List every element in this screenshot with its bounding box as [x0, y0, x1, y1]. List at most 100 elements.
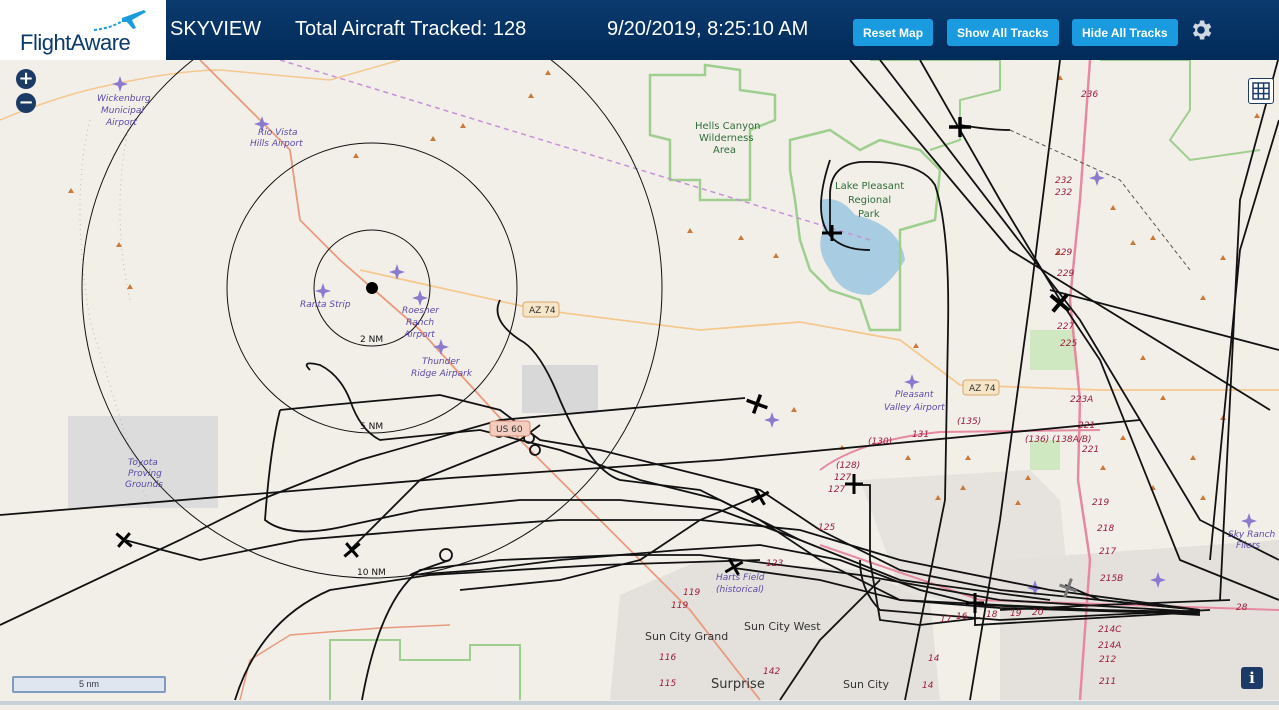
svg-text:Ranch: Ranch: [406, 318, 434, 328]
svg-text:Ranta Strip: Ranta Strip: [300, 300, 351, 310]
reset-map-button[interactable]: Reset Map: [853, 19, 934, 46]
hide-all-tracks-button[interactable]: Hide All Tracks: [1072, 19, 1178, 46]
svg-text:131: 131: [912, 430, 929, 440]
svg-text:19: 19: [1010, 609, 1022, 619]
airport-label-thunder-ridge: Thunder Ridge Airpark: [411, 357, 473, 379]
airport-icon: [764, 412, 780, 428]
svg-text:127: 127: [828, 485, 845, 495]
svg-text:Airport: Airport: [403, 330, 435, 340]
svg-text:223A: 223A: [1070, 395, 1093, 405]
svg-text:Park: Park: [858, 209, 880, 220]
svg-text:232: 232: [1055, 188, 1072, 198]
svg-text:125: 125: [818, 523, 835, 533]
wilderness-boundary: [329, 639, 521, 700]
airport-label-rio-vista: Rio Vista Hills Airport: [250, 128, 303, 149]
svg-text:Ridge Airpark: Ridge Airpark: [411, 369, 473, 379]
logo[interactable]: FlightAware: [0, 0, 166, 60]
svg-text:Regional: Regional: [848, 195, 891, 206]
svg-text:Valley Airport: Valley Airport: [884, 403, 945, 413]
svg-text:(136): (136): [1025, 435, 1049, 445]
svg-text:225: 225: [1060, 339, 1077, 349]
svg-text:18: 18: [986, 610, 998, 620]
map-svg[interactable]: 2 NM 5 NM 10 NM AZ 74 AZ 74 US 60 Wicken…: [0, 0, 1279, 705]
ring-label-2nm: 2 NM: [360, 335, 383, 345]
road-label-az74: AZ 74: [529, 306, 556, 316]
svg-text:(135): (135): [957, 417, 981, 427]
svg-text:Hills Airport: Hills Airport: [250, 139, 303, 149]
airport-icons: [112, 76, 1257, 596]
wilderness-boundary: [1100, 59, 1261, 162]
map-canvas[interactable]: 2 NM 5 NM 10 NM AZ 74 AZ 74 US 60 Wicken…: [0, 0, 1279, 705]
show-all-tracks-button[interactable]: Show All Tracks: [947, 19, 1059, 46]
horizontal-scrollbar[interactable]: [0, 701, 1279, 705]
aircraft-icon: [746, 394, 768, 414]
svg-text:218: 218: [1097, 524, 1114, 534]
svg-text:(130): (130): [868, 437, 892, 447]
svg-text:Lake Pleasant: Lake Pleasant: [835, 181, 904, 192]
svg-text:127: 127: [834, 473, 851, 483]
svg-text:123: 123: [766, 559, 783, 569]
svg-text:(historical): (historical): [716, 585, 764, 595]
svg-text:115: 115: [659, 679, 676, 689]
svg-text:221: 221: [1082, 445, 1099, 455]
svg-text:Municipal: Municipal: [101, 106, 144, 116]
svg-text:14: 14: [922, 681, 934, 691]
svg-text:229: 229: [1055, 248, 1072, 258]
zoom-in-button[interactable]: +: [16, 69, 36, 89]
svg-text:212: 212: [1099, 655, 1116, 665]
road-label-az74: AZ 74: [969, 384, 996, 394]
svg-text:236: 236: [1081, 90, 1098, 100]
airport-label-pleasant-valley: Pleasant Valley Airport: [884, 390, 945, 413]
receiver-location: [366, 282, 378, 294]
city-label: Surprise: [711, 677, 765, 692]
boundary-line: [279, 59, 871, 241]
svg-text:Fliers: Fliers: [1236, 541, 1260, 551]
svg-text:214C: 214C: [1098, 625, 1122, 635]
svg-text:17: 17: [940, 615, 952, 625]
svg-text:142: 142: [763, 667, 780, 677]
svg-text:Thunder: Thunder: [422, 357, 461, 367]
ring-label-10nm: 10 NM: [357, 568, 386, 578]
svg-text:214A: 214A: [1098, 641, 1121, 651]
logo-text: FlightAware: [20, 30, 131, 55]
svg-text:Roesner: Roesner: [402, 306, 440, 316]
zoom-out-button[interactable]: −: [16, 93, 36, 113]
road: [0, 59, 401, 121]
terrain-line: [119, 119, 131, 301]
svg-text:Grounds: Grounds: [125, 480, 163, 490]
svg-text:16: 16: [956, 612, 968, 622]
svg-text:Airport: Airport: [105, 118, 137, 128]
road-label-us60: US 60: [496, 425, 523, 435]
svg-text:Wilderness: Wilderness: [699, 133, 754, 144]
svg-text:227: 227: [1057, 322, 1074, 332]
svg-text:232: 232: [1055, 176, 1072, 186]
airport-icon: [112, 76, 128, 92]
airport-label-ranta: Ranta Strip: [300, 300, 351, 310]
svg-text:Harts Field: Harts Field: [716, 573, 765, 583]
airport-label-roesner: Roesner Ranch Airport: [402, 306, 440, 340]
svg-text:Pleasant: Pleasant: [895, 390, 934, 400]
airport-icon: [412, 290, 428, 306]
svg-text:(128): (128): [836, 461, 860, 471]
svg-text:Sky Ranch: Sky Ranch: [1228, 530, 1276, 540]
svg-text:(138A/B): (138A/B): [1052, 435, 1092, 445]
svg-text:Wickenburg: Wickenburg: [97, 94, 151, 104]
product-title: SKYVIEW: [170, 18, 262, 40]
svg-text:14: 14: [928, 654, 940, 664]
info-button[interactable]: i: [1241, 667, 1263, 689]
svg-text:Toyota: Toyota: [128, 458, 158, 468]
city-label: Sun City West: [744, 620, 821, 633]
svg-text:219: 219: [1092, 498, 1109, 508]
layers-icon[interactable]: [1248, 78, 1274, 104]
svg-text:116: 116: [659, 653, 676, 663]
road: [239, 624, 451, 701]
svg-text:119: 119: [671, 601, 688, 611]
svg-text:215B: 215B: [1100, 574, 1123, 584]
svg-text:Rio Vista: Rio Vista: [258, 128, 298, 138]
svg-text:20: 20: [1032, 608, 1044, 618]
svg-text:Hells Canyon: Hells Canyon: [695, 121, 760, 132]
airport-icon: [315, 283, 331, 299]
gear-icon[interactable]: [1188, 17, 1214, 43]
road: [0, 574, 181, 611]
svg-text:217: 217: [1099, 547, 1116, 557]
